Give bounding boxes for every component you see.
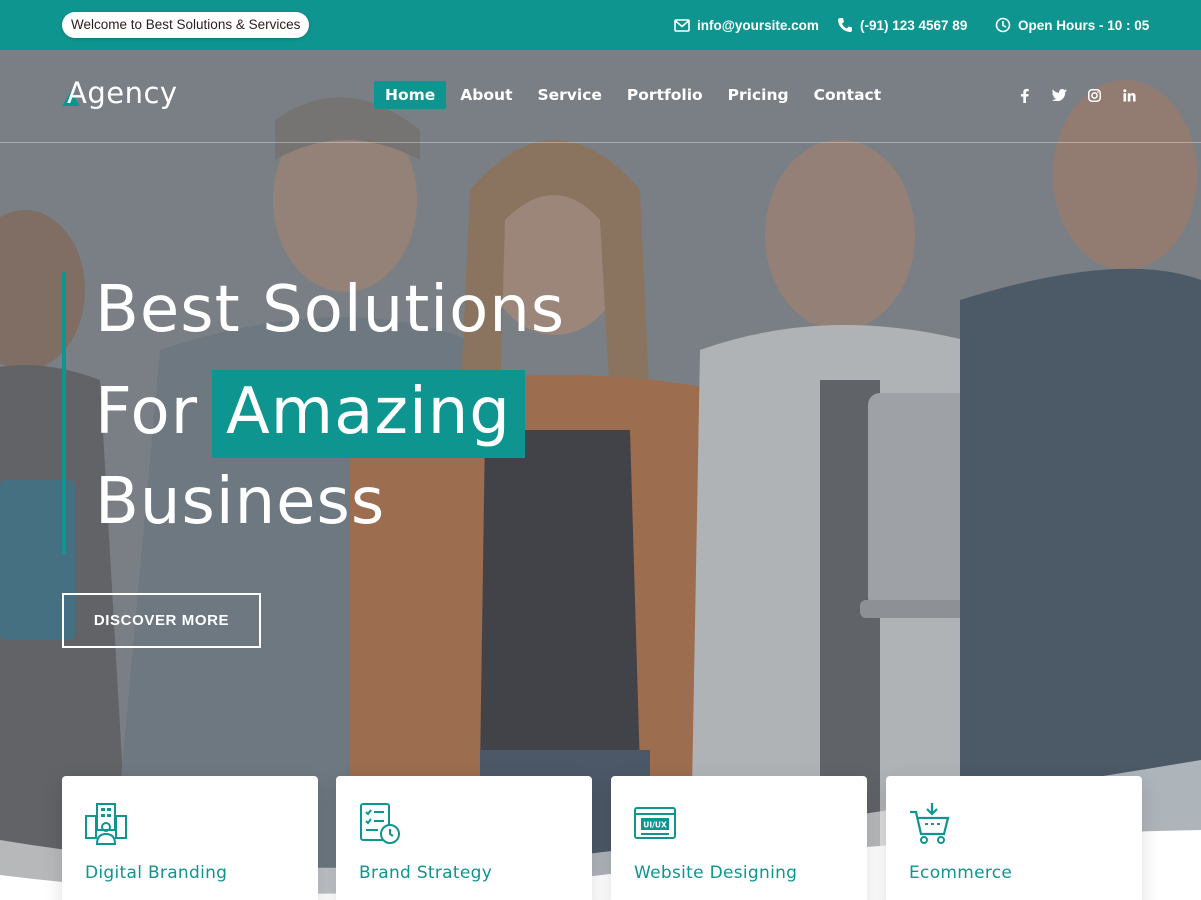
nav-contact[interactable]: Contact bbox=[803, 81, 893, 109]
discover-more-button[interactable]: DISCOVER MORE bbox=[62, 593, 261, 648]
clock-icon bbox=[995, 17, 1011, 33]
hours-text: Open Hours - 10 : 05 bbox=[1018, 17, 1150, 33]
nav-home[interactable]: Home bbox=[374, 81, 447, 109]
hero-section: Agency Home About Service Portfolio Pric… bbox=[0, 50, 1201, 900]
checklist-clock-icon bbox=[360, 803, 400, 844]
ui-ux-screen-icon: UI/UX bbox=[634, 807, 676, 839]
welcome-badge: Welcome to Best Solutions & Services bbox=[62, 12, 310, 38]
logo[interactable]: Agency bbox=[62, 76, 178, 110]
twitter-icon[interactable] bbox=[1050, 86, 1068, 104]
service-title: Ecommerce bbox=[909, 863, 1013, 883]
phone-icon bbox=[838, 18, 852, 32]
hero-headline-line3: Business bbox=[95, 465, 386, 539]
envelope-icon bbox=[674, 18, 690, 32]
email-contact[interactable]: info@yoursite.com bbox=[674, 0, 819, 50]
hero-accent-bar bbox=[62, 272, 66, 554]
header-divider bbox=[0, 142, 1201, 143]
logo-text: Agency bbox=[67, 76, 178, 110]
building-team-icon bbox=[85, 803, 127, 845]
hours-info: Open Hours - 10 : 05 bbox=[995, 0, 1149, 50]
facebook-icon[interactable] bbox=[1015, 86, 1033, 104]
shopping-cart-icon bbox=[910, 803, 950, 844]
nav-about[interactable]: About bbox=[449, 81, 523, 109]
hero-headline-highlight: Amazing bbox=[212, 370, 525, 458]
nav-service[interactable]: Service bbox=[526, 81, 612, 109]
service-card-digital-branding[interactable]: Digital Branding bbox=[62, 776, 318, 900]
top-bar: Welcome to Best Solutions & Services inf… bbox=[0, 0, 1201, 50]
service-title: Website Designing bbox=[634, 863, 798, 883]
hero-headline-line1: Best Solutions bbox=[95, 273, 566, 347]
service-title: Brand Strategy bbox=[359, 863, 493, 883]
nav-portfolio[interactable]: Portfolio bbox=[616, 81, 714, 109]
svg-text:UI/UX: UI/UX bbox=[643, 821, 667, 830]
email-text: info@yoursite.com bbox=[697, 17, 819, 33]
phone-text: (-91) 123 4567 89 bbox=[860, 17, 968, 33]
hero-headline-prefix: For bbox=[95, 375, 198, 449]
main-nav: Home About Service Portfolio Pricing Con… bbox=[374, 81, 895, 109]
service-card-brand-strategy[interactable]: Brand Strategy bbox=[336, 776, 592, 900]
service-card-website-designing[interactable]: UI/UX Website Designing bbox=[611, 776, 867, 900]
service-title: Digital Branding bbox=[85, 863, 228, 883]
instagram-icon[interactable] bbox=[1085, 86, 1103, 104]
linkedin-icon[interactable] bbox=[1120, 86, 1138, 104]
nav-pricing[interactable]: Pricing bbox=[717, 81, 800, 109]
hero-headline-line2: For Amazing bbox=[95, 370, 525, 458]
phone-contact[interactable]: (-91) 123 4567 89 bbox=[837, 0, 967, 50]
service-card-ecommerce[interactable]: Ecommerce bbox=[886, 776, 1142, 900]
